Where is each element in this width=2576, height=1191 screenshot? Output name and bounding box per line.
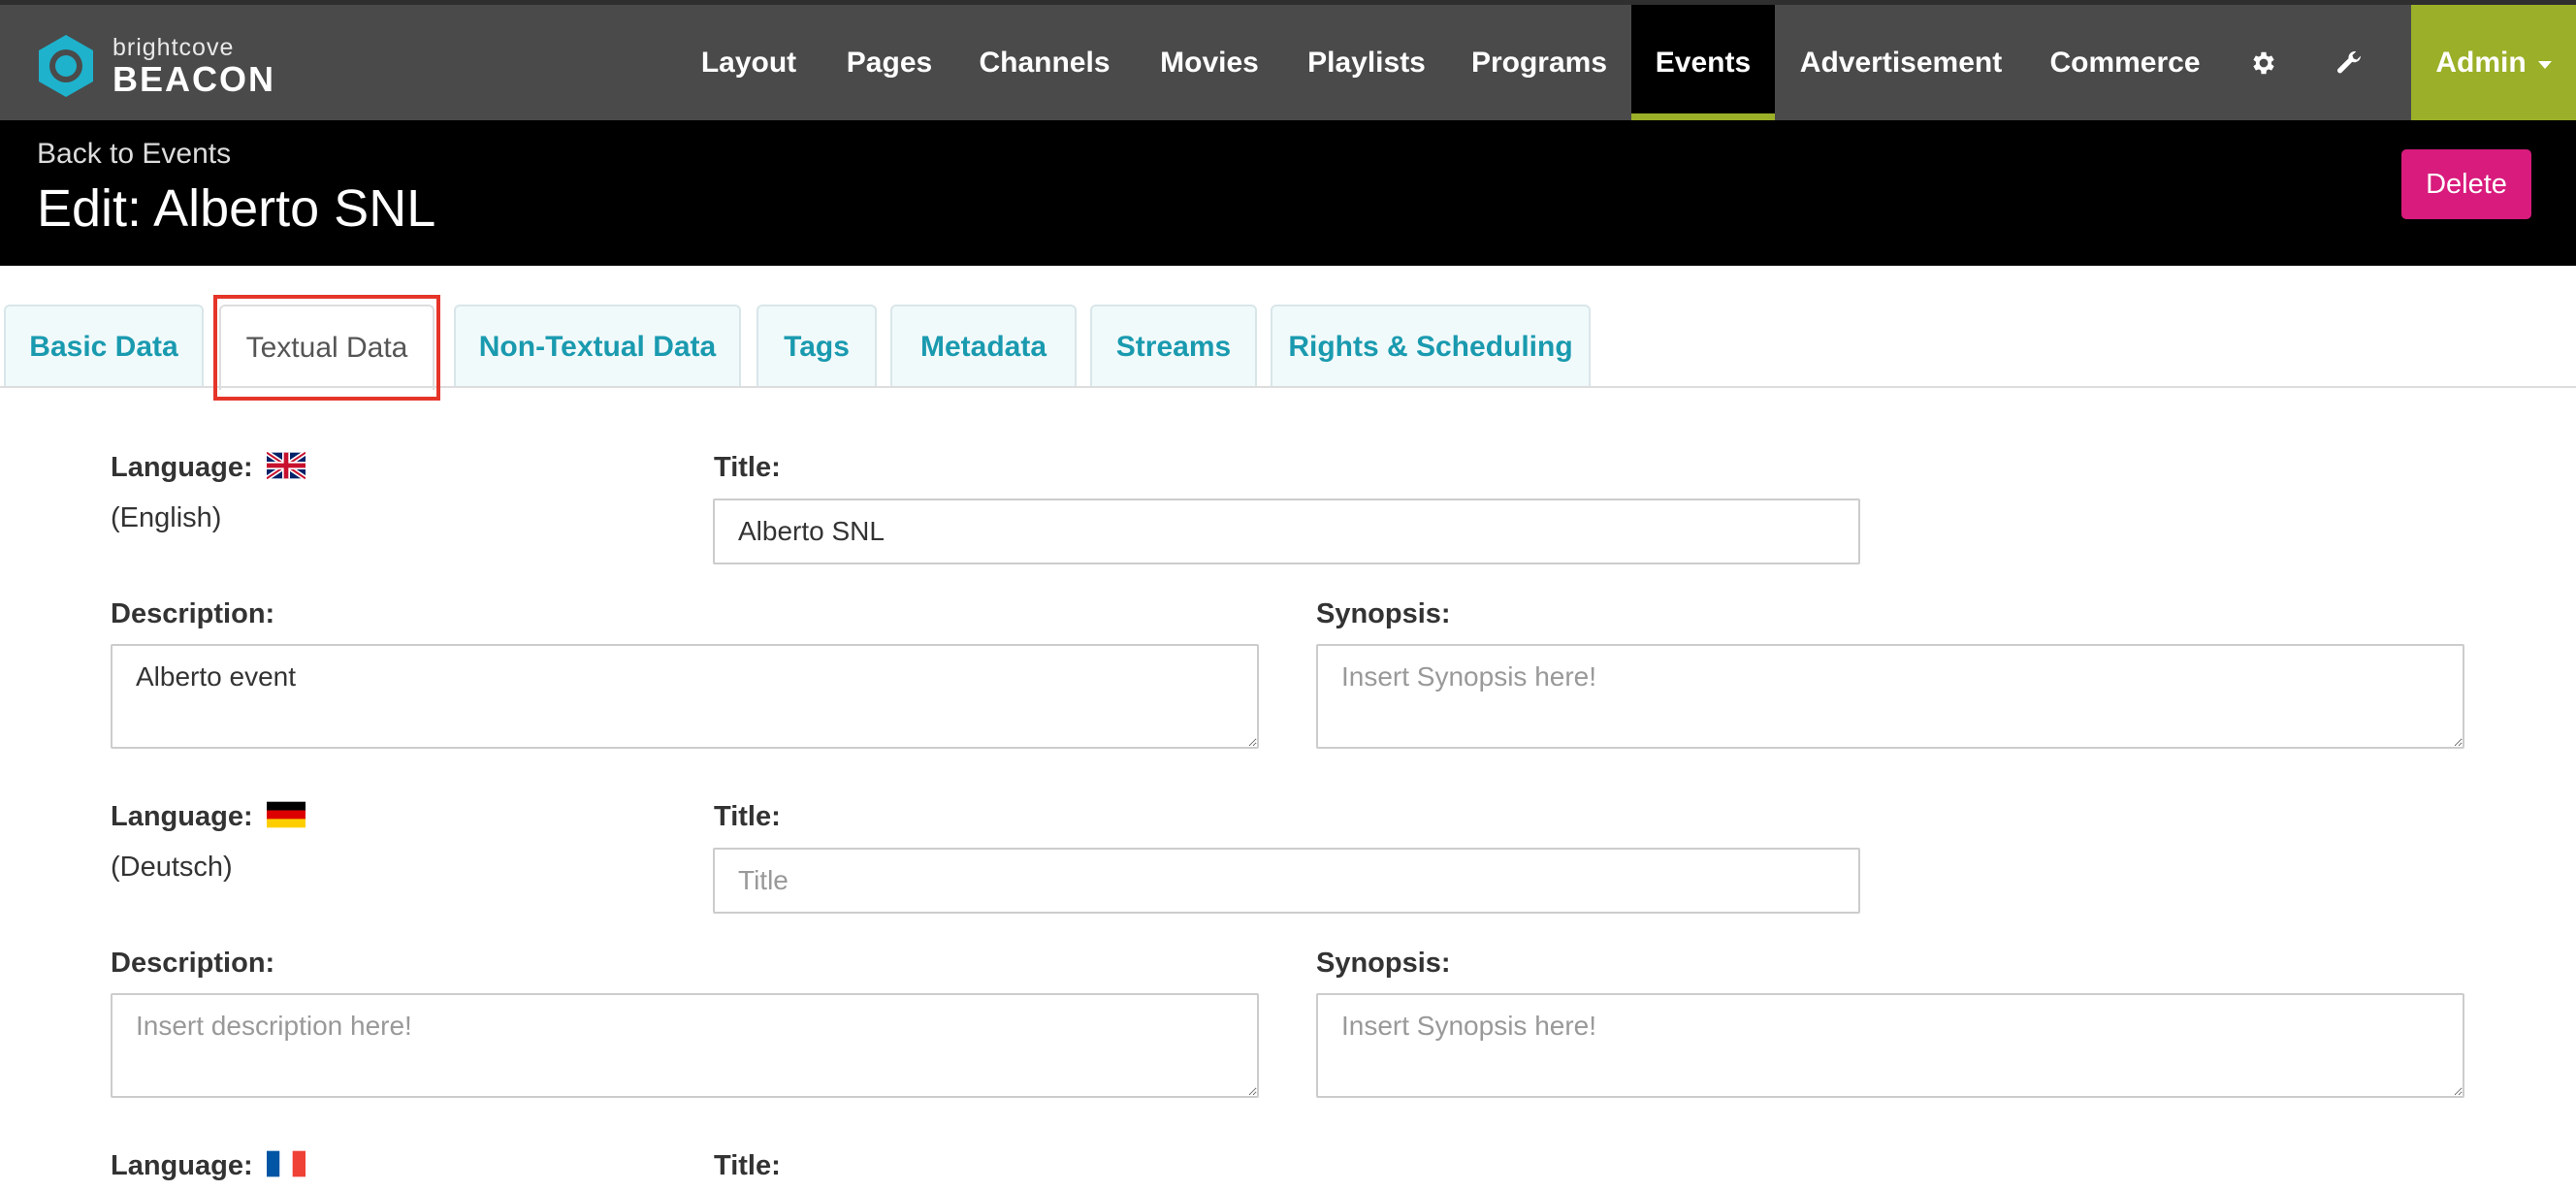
language-label-deutsch: Language: [111, 801, 306, 833]
chevron-down-icon [2537, 60, 2552, 69]
language-label-english: Language: [111, 451, 306, 484]
nav-item-advertisement[interactable]: Advertisement [1796, 5, 2006, 120]
tab-non-textual-data[interactable]: Non-Textual Data [454, 305, 741, 388]
tabs-divider [0, 386, 2576, 388]
delete-button[interactable]: Delete [2401, 149, 2531, 219]
nav-item-events[interactable]: Events [1631, 5, 1775, 120]
gear-icon[interactable] [2235, 5, 2293, 120]
logo-text-big: BEACON [113, 58, 276, 99]
page-title: Edit: Alberto SNL [37, 179, 436, 238]
nav-item-pages[interactable]: Pages [832, 5, 947, 120]
admin-menu-button[interactable]: Admin [2411, 5, 2576, 120]
title-input-english[interactable] [713, 499, 1860, 564]
hexagon-logo-icon [39, 35, 93, 97]
description-label: Description: [111, 948, 275, 979]
tab-tags[interactable]: Tags [757, 305, 877, 388]
france-flag-icon [266, 1151, 306, 1177]
title-label: Title: [714, 1150, 781, 1181]
logo-text-small: brightcove [113, 33, 235, 61]
nav-item-commerce[interactable]: Commerce [2039, 5, 2211, 120]
nav-item-layout[interactable]: Layout [679, 5, 819, 120]
wrench-icon[interactable] [2320, 5, 2378, 120]
description-textarea-english[interactable]: Alberto event [111, 644, 1259, 749]
title-input-deutsch[interactable] [713, 848, 1860, 914]
tab-metadata[interactable]: Metadata [890, 305, 1077, 388]
nav-item-movies[interactable]: Movies [1144, 5, 1274, 120]
tab-textual-data[interactable]: Textual Data [219, 305, 435, 390]
nav-item-playlists[interactable]: Playlists [1300, 5, 1433, 120]
back-to-events-link[interactable]: Back to Events [37, 138, 231, 171]
admin-label: Admin [2435, 46, 2527, 79]
synopsis-textarea-deutsch[interactable] [1316, 993, 2464, 1098]
germany-flag-icon [266, 802, 306, 828]
tab-rights-scheduling[interactable]: Rights & Scheduling [1271, 305, 1591, 388]
title-label: Title: [714, 452, 781, 483]
tab-streams[interactable]: Streams [1090, 305, 1257, 388]
nav-item-programs[interactable]: Programs [1463, 5, 1616, 120]
top-navigation: brightcove BEACON Layout Pages Channels … [0, 0, 2576, 120]
nav-item-channels[interactable]: Channels [973, 5, 1116, 120]
synopsis-label: Synopsis: [1316, 598, 1451, 629]
brightcove-beacon-logo[interactable]: brightcove BEACON [31, 29, 275, 103]
description-label: Description: [111, 598, 275, 629]
page-header: Back to Events Edit: Alberto SNL Delete [0, 120, 2576, 266]
synopsis-label: Synopsis: [1316, 948, 1451, 979]
uk-flag-icon [266, 451, 306, 481]
tab-basic-data[interactable]: Basic Data [4, 305, 204, 388]
description-textarea-deutsch[interactable] [111, 993, 1259, 1098]
language-label-french: Language: [111, 1150, 306, 1182]
language-name-deutsch: (Deutsch) [111, 852, 233, 883]
title-label: Title: [714, 801, 781, 832]
language-name-english: (English) [111, 502, 222, 533]
synopsis-textarea-english[interactable] [1316, 644, 2464, 749]
